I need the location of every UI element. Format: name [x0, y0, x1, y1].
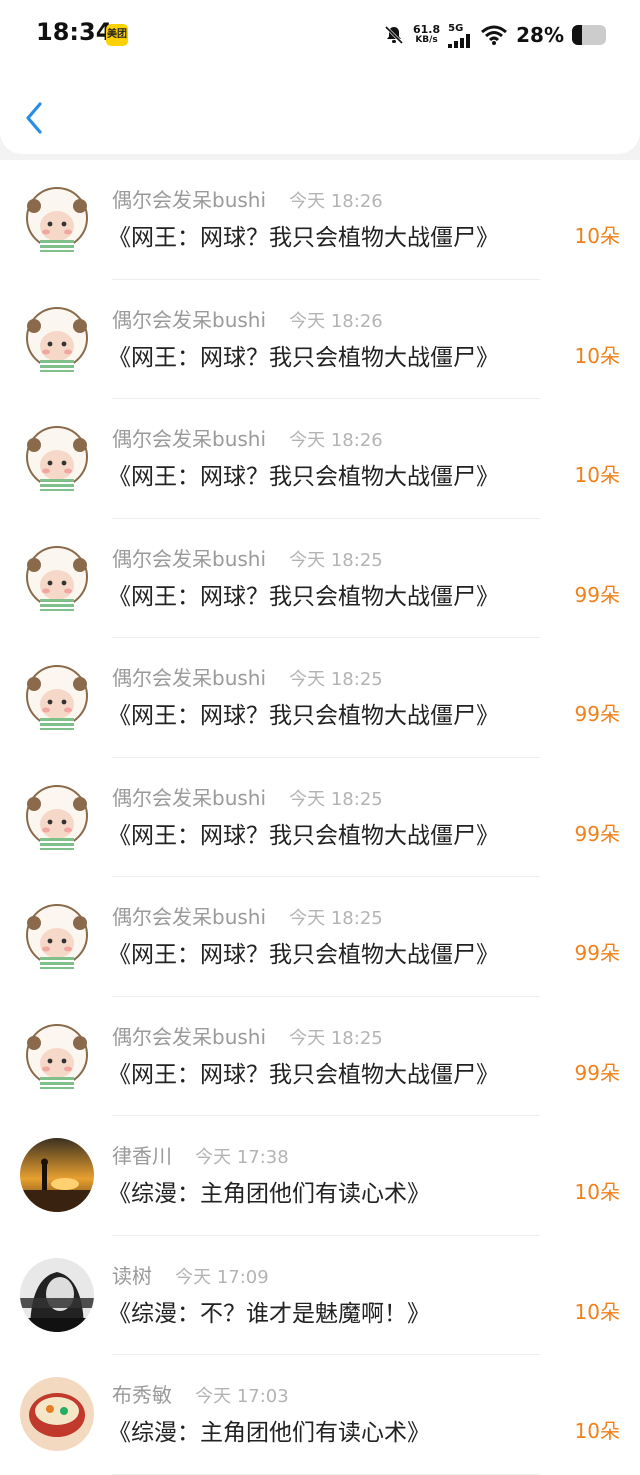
- flower-amount: 10朵: [574, 463, 620, 487]
- flower-amount: 10朵: [574, 1180, 620, 1204]
- book-title[interactable]: 《网王：网球？我只会植物大战僵尸》: [108, 935, 499, 969]
- flower-amount: 99朵: [574, 821, 620, 846]
- chevron-left-icon[interactable]: [22, 100, 48, 136]
- username[interactable]: 偶尔会发呆bushi: [112, 1025, 266, 1049]
- avatar[interactable]: [20, 1018, 94, 1093]
- mute-bell-icon: [384, 25, 404, 45]
- avatar[interactable]: [20, 540, 94, 615]
- username[interactable]: 偶尔会发呆bushi: [112, 188, 266, 212]
- status-icons: 61.8 KB/s 5G 28%: [383, 20, 606, 50]
- item-meta: 偶尔会发呆bushi 今天 18:25: [112, 543, 383, 572]
- avatar[interactable]: [20, 1257, 94, 1332]
- book-title[interactable]: 《网王：网球？我只会植物大战僵尸》: [108, 577, 499, 611]
- book-title[interactable]: 《网王：网球？我只会植物大战僵尸》: [108, 218, 499, 252]
- username[interactable]: 偶尔会发呆bushi: [112, 905, 266, 929]
- username[interactable]: 布秀敏: [112, 1383, 172, 1407]
- username[interactable]: 偶尔会发呆bushi: [112, 308, 266, 332]
- flower-amount: 99朵: [574, 1060, 620, 1085]
- reward-time: 今天 17:09: [175, 1266, 269, 1288]
- book-title[interactable]: 《网王：网球？我只会植物大战僵尸》: [108, 1055, 499, 1089]
- reward-time: 今天 18:26: [289, 191, 383, 212]
- reward-time: 今天 18:26: [289, 430, 383, 451]
- reward-time: 今天 18:25: [289, 788, 383, 810]
- status-time: 18:34: [36, 18, 113, 46]
- book-title[interactable]: 《网王：网球？我只会植物大战僵尸》: [108, 338, 499, 372]
- reward-list-item[interactable]: 读树 今天 17:09 《综漫：不？谁才是魅魔啊！》 10朵: [0, 1235, 640, 1355]
- signal-bars-icon: [448, 33, 471, 48]
- flower-amount: 99朵: [574, 582, 620, 607]
- avatar[interactable]: [20, 301, 94, 376]
- battery-percent: 28%: [516, 23, 564, 47]
- avatar[interactable]: [20, 779, 94, 854]
- reward-list-item[interactable]: 偶尔会发呆bushi 今天 18:25 《网王：网球？我只会植物大战僵尸》 99…: [0, 996, 640, 1116]
- avatar[interactable]: [20, 1138, 94, 1212]
- username[interactable]: 读树: [112, 1264, 152, 1288]
- book-title[interactable]: 《网王：网球？我只会植物大战僵尸》: [108, 696, 499, 730]
- net-speed: 61.8 KB/s: [412, 23, 441, 45]
- book-title[interactable]: 《综漫：主角团他们有读心术》: [108, 1413, 430, 1447]
- reward-list-item[interactable]: 偶尔会发呆bushi 今天 18:26 《网王：网球？我只会植物大战僵尸》 10…: [0, 399, 640, 519]
- avatar[interactable]: [20, 421, 94, 495]
- reward-list-item[interactable]: 偶尔会发呆bushi 今天 18:25 《网王：网球？我只会植物大战僵尸》 99…: [0, 757, 640, 877]
- reward-list-item[interactable]: 偶尔会发呆bushi 今天 18:26 《网王：网球？我只会植物大战僵尸》 10…: [0, 279, 640, 399]
- avatar[interactable]: [20, 182, 94, 256]
- reward-time: 今天 17:03: [195, 1386, 289, 1407]
- item-meta: 偶尔会发呆bushi 今天 18:25: [112, 901, 383, 930]
- meituan-app-icon: 美团: [106, 24, 128, 46]
- reward-time: 今天 18:25: [289, 908, 383, 929]
- username[interactable]: 偶尔会发呆bushi: [112, 547, 266, 571]
- cellular-signal: 5G: [448, 23, 472, 48]
- book-title[interactable]: 《综漫：主角团他们有读心术》: [108, 1174, 430, 1208]
- flower-amount: 99朵: [574, 941, 620, 965]
- reward-list-item[interactable]: 偶尔会发呆bushi 今天 18:25 《网王：网球？我只会植物大战僵尸》 99…: [0, 877, 640, 997]
- book-title[interactable]: 《网王：网球？我只会植物大战僵尸》: [108, 816, 499, 850]
- reward-list: 偶尔会发呆bushi 今天 18:26 《网王：网球？我只会植物大战僵尸》 10…: [0, 160, 640, 1475]
- item-meta: 偶尔会发呆bushi 今天 18:25: [112, 782, 383, 811]
- reward-list-item[interactable]: 偶尔会发呆bushi 今天 18:25 《网王：网球？我只会植物大战僵尸》 99…: [0, 638, 640, 758]
- reward-time: 今天 18:26: [289, 310, 383, 332]
- item-meta: 偶尔会发呆bushi 今天 18:26: [112, 184, 383, 213]
- wifi-icon: [481, 25, 508, 45]
- reward-time: 今天 17:38: [195, 1147, 289, 1168]
- item-meta: 偶尔会发呆bushi 今天 18:26: [112, 304, 383, 333]
- nav-bar: [0, 70, 640, 154]
- book-title[interactable]: 《综漫：不？谁才是魅魔啊！》: [108, 1294, 430, 1328]
- item-meta: 偶尔会发呆bushi 今天 18:25: [112, 1021, 383, 1050]
- network-type: 5G: [448, 22, 464, 34]
- avatar[interactable]: [20, 899, 94, 973]
- status-bar: 18:34 美团 61.8 KB/s 5G 28%: [0, 0, 640, 70]
- reward-time: 今天 18:25: [289, 549, 383, 571]
- avatar[interactable]: [20, 1377, 94, 1451]
- username[interactable]: 偶尔会发呆bushi: [112, 427, 266, 451]
- username[interactable]: 偶尔会发呆bushi: [112, 666, 266, 690]
- item-meta: 偶尔会发呆bushi 今天 18:26: [112, 423, 383, 452]
- flower-amount: 10朵: [574, 1299, 620, 1324]
- reward-time: 今天 18:25: [289, 1027, 383, 1049]
- book-title[interactable]: 《网王：网球？我只会植物大战僵尸》: [108, 457, 499, 491]
- reward-list-item[interactable]: 布秀敏 今天 17:03 《综漫：主角团他们有读心术》 10朵: [0, 1355, 640, 1475]
- flower-amount: 10朵: [574, 1419, 620, 1443]
- item-meta: 律香川 今天 17:38: [112, 1140, 289, 1169]
- avatar[interactable]: [20, 660, 94, 734]
- reward-time: 今天 18:25: [289, 669, 383, 690]
- flower-amount: 10朵: [574, 224, 620, 248]
- username[interactable]: 偶尔会发呆bushi: [112, 786, 266, 810]
- reward-list-item[interactable]: 偶尔会发呆bushi 今天 18:26 《网王：网球？我只会植物大战僵尸》 10…: [0, 160, 640, 280]
- battery-icon: [572, 25, 606, 45]
- reward-list-item[interactable]: 律香川 今天 17:38 《综漫：主角团他们有读心术》 10朵: [0, 1116, 640, 1236]
- reward-list-item[interactable]: 偶尔会发呆bushi 今天 18:25 《网王：网球？我只会植物大战僵尸》 99…: [0, 518, 640, 638]
- flower-amount: 10朵: [574, 343, 620, 368]
- flower-amount: 99朵: [574, 702, 620, 726]
- item-meta: 读树 今天 17:09: [112, 1260, 269, 1289]
- username[interactable]: 律香川: [112, 1144, 172, 1168]
- item-meta: 偶尔会发呆bushi 今天 18:25: [112, 662, 383, 691]
- item-meta: 布秀敏 今天 17:03: [112, 1379, 289, 1408]
